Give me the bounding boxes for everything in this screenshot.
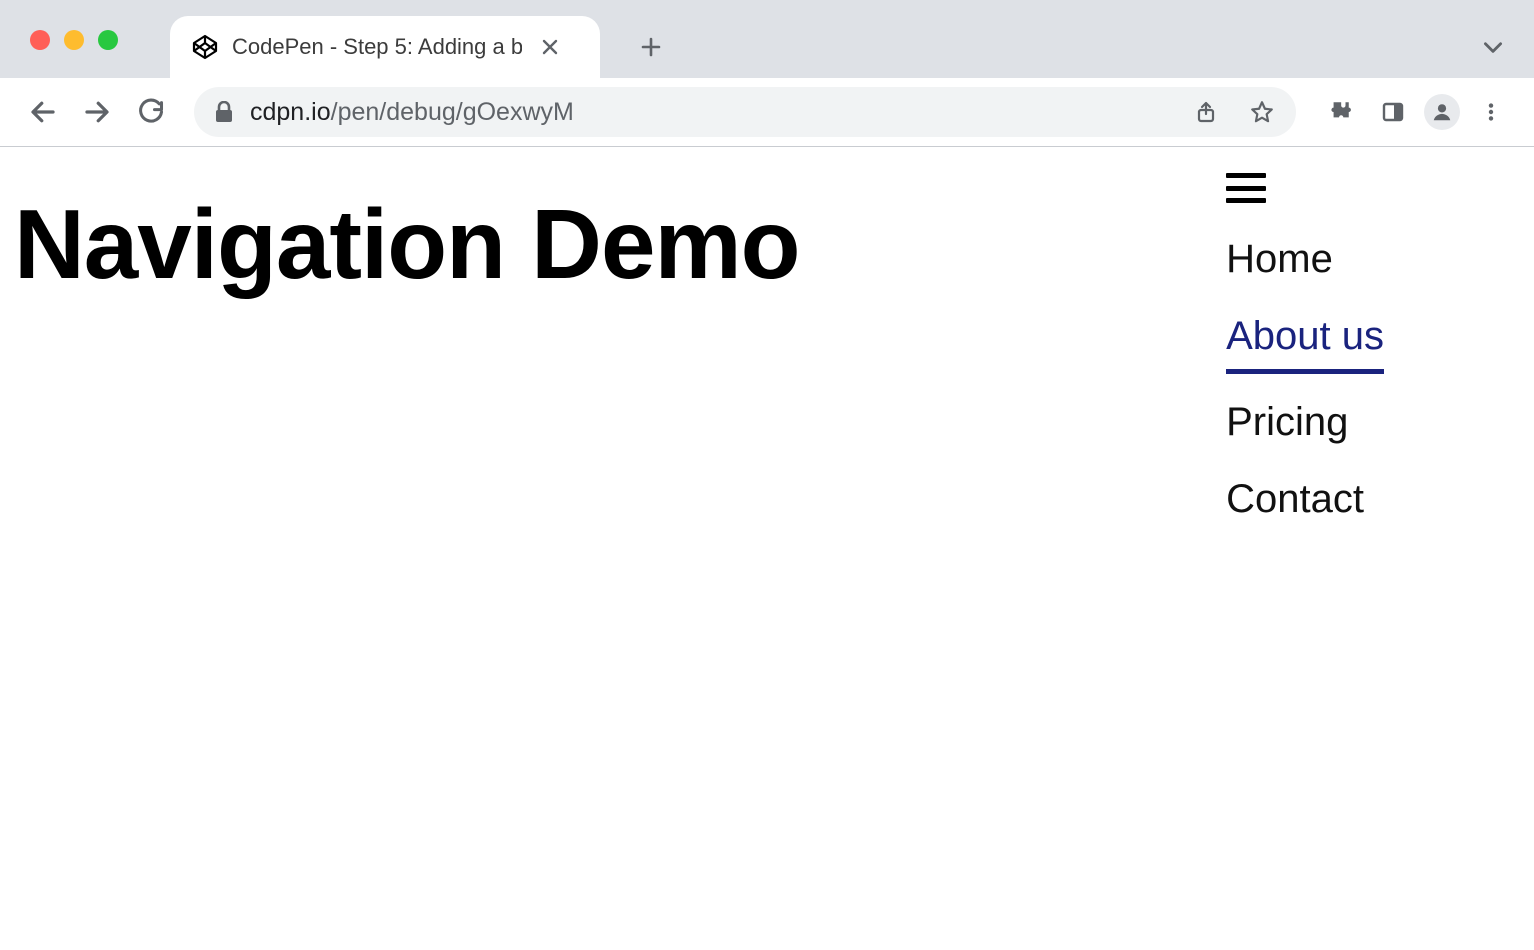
chevron-down-icon [1480, 34, 1506, 60]
arrow-right-icon [82, 97, 112, 127]
tab-close-button[interactable] [536, 33, 564, 61]
hamburger-icon [1226, 173, 1266, 178]
page-viewport: Navigation Demo Home About us Pricing Co… [0, 147, 1534, 950]
puzzle-icon [1326, 99, 1352, 125]
tabs-dropdown-button[interactable] [1480, 34, 1506, 60]
tab-strip: CodePen - Step 5: Adding a bu [0, 0, 1534, 78]
reload-button[interactable] [128, 89, 174, 135]
share-icon [1194, 100, 1218, 124]
nav-item-home[interactable]: Home [1226, 221, 1384, 298]
tab-title: CodePen - Step 5: Adding a bu [232, 34, 522, 60]
address-bar[interactable]: cdpn.io/pen/debug/gOexwyM [194, 87, 1296, 137]
url-text: cdpn.io/pen/debug/gOexwyM [250, 98, 1170, 127]
hamburger-button[interactable] [1226, 173, 1266, 203]
url-path: /pen/debug/gOexwyM [331, 98, 574, 126]
codepen-icon [192, 34, 218, 60]
lock-icon [214, 101, 234, 123]
share-button[interactable] [1186, 92, 1226, 132]
side-panel-button[interactable] [1370, 89, 1416, 135]
window-zoom-button[interactable] [98, 30, 118, 50]
new-tab-button[interactable] [626, 22, 676, 72]
menu-button[interactable] [1468, 89, 1514, 135]
reload-icon [137, 98, 165, 126]
url-host: cdpn.io [250, 98, 331, 126]
window-close-button[interactable] [30, 30, 50, 50]
person-icon [1431, 101, 1453, 123]
panel-icon [1381, 100, 1405, 124]
browser-toolbar: cdpn.io/pen/debug/gOexwyM [0, 78, 1534, 146]
nav-item-contact[interactable]: Contact [1226, 461, 1384, 538]
window-controls [30, 30, 118, 50]
site-nav: Home About us Pricing Contact [1226, 173, 1384, 538]
back-button[interactable] [20, 89, 66, 135]
profile-button[interactable] [1424, 94, 1460, 130]
nav-item-about-us[interactable]: About us [1226, 298, 1384, 374]
nav-item-pricing[interactable]: Pricing [1226, 384, 1384, 461]
extensions-button[interactable] [1316, 89, 1362, 135]
browser-tab-active[interactable]: CodePen - Step 5: Adding a bu [170, 16, 600, 78]
bookmark-button[interactable] [1242, 92, 1282, 132]
browser-chrome: CodePen - Step 5: Adding a bu [0, 0, 1534, 147]
close-icon [541, 38, 559, 56]
forward-button[interactable] [74, 89, 120, 135]
window-minimize-button[interactable] [64, 30, 84, 50]
nav-list: Home About us Pricing Contact [1226, 221, 1384, 538]
arrow-left-icon [28, 97, 58, 127]
kebab-icon [1480, 101, 1502, 123]
star-icon [1249, 99, 1275, 125]
plus-icon [639, 35, 663, 59]
